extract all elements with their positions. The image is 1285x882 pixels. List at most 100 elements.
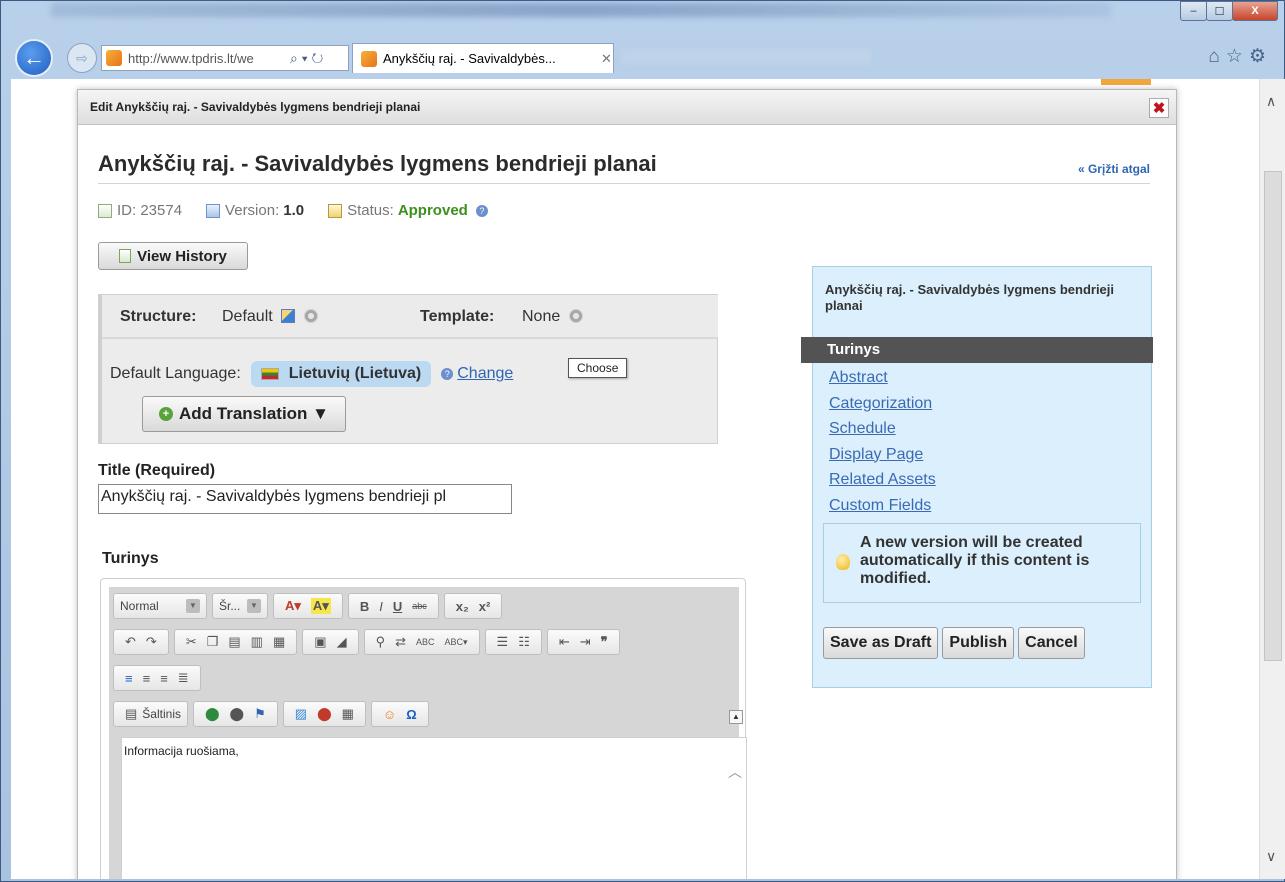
find-icon[interactable]: ⚲ — [376, 634, 386, 650]
side-nav-active-turinys[interactable]: Turinys — [801, 337, 1153, 363]
language-help-icon[interactable]: ? — [441, 368, 454, 380]
minimize-button[interactable]: – — [1180, 1, 1207, 21]
side-nav-categorization[interactable]: Categorization — [829, 391, 936, 417]
numbered-list-icon[interactable]: ☰ — [497, 634, 509, 650]
save-as-draft-button[interactable]: Save as Draft — [823, 627, 939, 659]
align-justify-icon[interactable]: ≣ — [178, 670, 189, 686]
page-scrollbar[interactable]: ∧ ∨ — [1259, 79, 1285, 879]
default-language-row: Default Language: Lietuvių (Lietuva) ? C… — [110, 361, 513, 387]
dialog-close-icon[interactable]: ✖ — [1149, 98, 1169, 118]
smiley-icon[interactable]: ☺ — [383, 707, 396, 722]
scrollbar-thumb[interactable] — [1264, 171, 1282, 661]
bold-icon[interactable]: B — [360, 599, 369, 614]
close-window-button[interactable]: X — [1232, 1, 1278, 21]
side-nav-abstract[interactable]: Abstract — [829, 365, 936, 391]
side-panel-actions: Save as Draft Publish Cancel — [823, 627, 1089, 659]
turinys-field-label: Turinys — [102, 550, 159, 567]
default-language-value: Lietuvių (Lietuva) — [288, 365, 422, 382]
side-nav-schedule[interactable]: Schedule — [829, 416, 936, 442]
redo-icon[interactable]: ↷ — [146, 634, 157, 650]
unlink-icon[interactable]: ⬤ — [230, 706, 245, 722]
back-arrow-icon[interactable]: ← — [15, 39, 53, 77]
copy-icon[interactable]: ❐ — [207, 634, 219, 650]
change-language-link[interactable]: Change — [457, 365, 513, 383]
indent-group: ⇤ ⇥ ❞ — [546, 629, 620, 655]
collapse-toolbar-icon[interactable]: ▲ — [729, 710, 743, 724]
scroll-down-icon[interactable]: ∨ — [1266, 848, 1276, 865]
back-link[interactable]: « Grįžti atgal — [1078, 162, 1150, 176]
url-text[interactable]: http://www.tpdris.lt/we — [128, 51, 284, 66]
toolbar-row-4: ▤ Šaltinis ⬤ ⬤ ⚑ ▨ ⬤ ▦ ☺ Ω — [113, 701, 434, 727]
status-help-icon[interactable]: ? — [475, 204, 488, 217]
image-icon[interactable]: ▨ — [295, 706, 307, 722]
font-combo[interactable]: Šr... ▼ — [212, 593, 268, 619]
maximize-button[interactable]: ☐ — [1206, 1, 1233, 21]
blockquote-icon[interactable]: ❞ — [601, 634, 608, 650]
spellcheck-icon[interactable]: ABC — [416, 637, 435, 647]
title-input[interactable]: Anykščių raj. - Savivaldybės lygmens ben… — [98, 484, 512, 514]
structure-value-text: Default — [222, 308, 273, 325]
align-right-icon[interactable]: ≡ — [160, 671, 168, 686]
status-edit-icon — [328, 203, 343, 218]
italic-icon[interactable]: I — [379, 599, 383, 614]
outdent-icon[interactable]: ⇤ — [559, 634, 570, 650]
align-left-icon[interactable]: ≡ — [125, 671, 133, 686]
basic-style-group: B I U abc — [347, 593, 439, 619]
plus-icon: + — [158, 407, 173, 421]
settings-gear-icon[interactable]: ⚙ — [1249, 46, 1272, 67]
paste-word-icon[interactable]: ▦ — [273, 634, 285, 650]
align-center-icon[interactable]: ≡ — [143, 671, 151, 686]
text-color-icon[interactable]: A▾ — [285, 598, 301, 614]
side-panel-title: Anykščių raj. - Savivaldybės lygmens ben… — [825, 282, 1115, 313]
bullet-list-icon[interactable]: ☷ — [518, 634, 530, 650]
structure-gear-icon[interactable] — [303, 309, 318, 323]
source-button-label[interactable]: Šaltinis — [142, 707, 181, 721]
anchor-flag-icon[interactable]: ⚑ — [254, 706, 266, 722]
strikethrough-icon[interactable]: abc — [412, 601, 427, 611]
font-combo-value: Šr... — [219, 599, 241, 613]
underline-icon[interactable]: U — [393, 599, 402, 614]
forward-arrow-icon[interactable]: ⇨ — [67, 43, 97, 73]
browser-tab-active[interactable]: Anykščių raj. - Savivaldybės... ✕ — [352, 43, 614, 73]
format-dropdown-icon: ▼ — [186, 599, 200, 613]
edit-structure-pencil-icon[interactable] — [281, 309, 296, 323]
paste-icon[interactable]: ▤ — [228, 634, 240, 650]
tab-close-icon[interactable]: ✕ — [601, 51, 612, 67]
search-refresh-icons[interactable]: ⌕ ▾ ↻ — [290, 50, 323, 67]
eraser-icon[interactable]: ◢ — [337, 634, 347, 650]
cancel-button[interactable]: Cancel — [1018, 627, 1085, 659]
table-icon[interactable]: ▦ — [342, 706, 354, 722]
publish-button[interactable]: Publish — [942, 627, 1015, 659]
flash-icon[interactable]: ⬤ — [317, 706, 332, 722]
paste-text-icon[interactable]: ▥ — [251, 634, 263, 650]
format-combo[interactable]: Normal ▼ — [113, 593, 207, 619]
id-doc-icon — [98, 203, 112, 218]
special-char-icon[interactable]: Ω — [406, 707, 416, 722]
rich-text-editor: Normal ▼ Šr... ▼ A▾ A▾ B I U abc x₂ x² ↶… — [100, 578, 747, 879]
replace-icon[interactable]: ⇄ — [395, 634, 406, 650]
subscript-icon[interactable]: x₂ — [456, 599, 469, 614]
home-icon[interactable]: ⌂ — [1208, 46, 1225, 67]
address-bar[interactable]: http://www.tpdris.lt/we ⌕ ▾ ↻ — [101, 45, 349, 71]
side-nav-links: Abstract Categorization Schedule Display… — [829, 365, 936, 518]
superscript-icon[interactable]: x² — [479, 599, 491, 614]
side-nav-related-assets[interactable]: Related Assets — [829, 467, 936, 493]
indent-icon[interactable]: ⇥ — [580, 634, 591, 650]
side-nav-display-page[interactable]: Display Page — [829, 442, 936, 468]
side-nav-custom-fields[interactable]: Custom Fields — [829, 493, 936, 519]
undo-icon[interactable]: ↶ — [125, 634, 136, 650]
toolbar-row-2: ↶ ↷ ✂ ❐ ▤ ▥ ▦ ▣ ◢ ⚲ ⇄ ABC ABC▾ ☰ ☷ ⇤ ⇥ ❞ — [113, 629, 625, 655]
view-history-button[interactable]: View History — [98, 242, 248, 270]
cut-icon[interactable]: ✂ — [186, 634, 197, 650]
spellcheck-dropdown-icon[interactable]: ABC▾ — [445, 637, 468, 648]
editor-scroll-up-icon[interactable]: ︿ — [728, 762, 742, 782]
editor-content-area[interactable]: Informacija ruošiama, ︿ — [121, 737, 747, 879]
select-all-icon[interactable]: ▣ — [314, 634, 326, 650]
template-gear-icon[interactable] — [568, 309, 583, 323]
scroll-up-icon[interactable]: ∧ — [1266, 93, 1276, 110]
choose-tooltip: Choose — [568, 358, 628, 378]
link-icon[interactable]: ⬤ — [205, 706, 220, 722]
favorites-star-icon[interactable]: ☆ — [1226, 46, 1249, 67]
background-color-icon[interactable]: A▾ — [310, 598, 331, 614]
add-translation-button[interactable]: + Add Translation ▼ — [142, 396, 346, 432]
